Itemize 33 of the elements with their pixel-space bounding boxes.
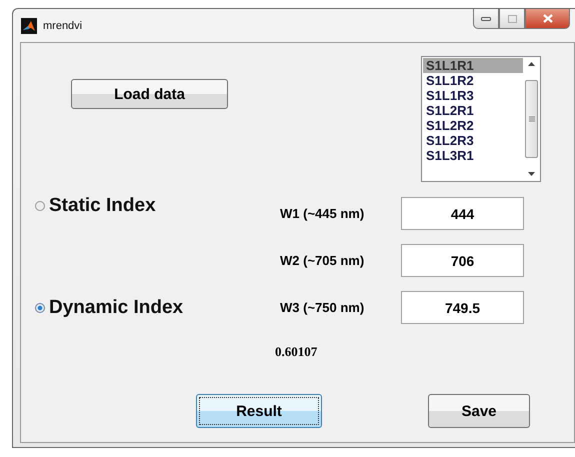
- input-field[interactable]: 749.5: [401, 291, 524, 324]
- radio-button[interactable]: [35, 302, 45, 312]
- radio-button[interactable]: [35, 201, 45, 211]
- load-data-button[interactable]: Load data: [71, 79, 228, 109]
- radio-label: Dynamic Index: [49, 296, 184, 318]
- wavelength-label: W1 (~445 nm): [279, 206, 366, 221]
- list-item[interactable]: S1L3R1: [423, 148, 523, 163]
- result-value: 0.60107: [275, 344, 318, 360]
- list-item[interactable]: S1L2R3: [423, 133, 523, 148]
- list-item[interactable]: S1L2R1: [423, 103, 523, 118]
- wavelength-label: W2 (~705 nm): [279, 253, 366, 268]
- minimize-icon: [481, 16, 491, 20]
- list-item[interactable]: S1L1R3: [423, 88, 523, 103]
- up-arrow-icon: [528, 62, 535, 66]
- minimize-button[interactable]: [473, 9, 499, 29]
- scroll-thumb[interactable]: [525, 80, 538, 158]
- input-field[interactable]: 444: [401, 197, 524, 230]
- radio-label: Static Index: [49, 195, 156, 217]
- list-item[interactable]: S1L1R1: [423, 58, 523, 73]
- save-button[interactable]: Save: [428, 394, 530, 428]
- input-field[interactable]: 706: [401, 244, 524, 277]
- close-icon: [542, 14, 552, 23]
- app-icon: [21, 18, 37, 34]
- list-item[interactable]: S1L1R2: [423, 73, 523, 88]
- result-button[interactable]: Result: [196, 394, 322, 428]
- list-item[interactable]: S1L2R2: [423, 118, 523, 133]
- wavelength-label: W3 (~750 nm): [279, 300, 366, 315]
- maximize-icon: [508, 14, 516, 22]
- grip-icon: [528, 116, 534, 122]
- close-button[interactable]: [525, 9, 570, 29]
- down-arrow-icon: [528, 172, 535, 176]
- maximize-button[interactable]: [499, 9, 525, 29]
- window-title: mrendvi: [43, 20, 82, 32]
